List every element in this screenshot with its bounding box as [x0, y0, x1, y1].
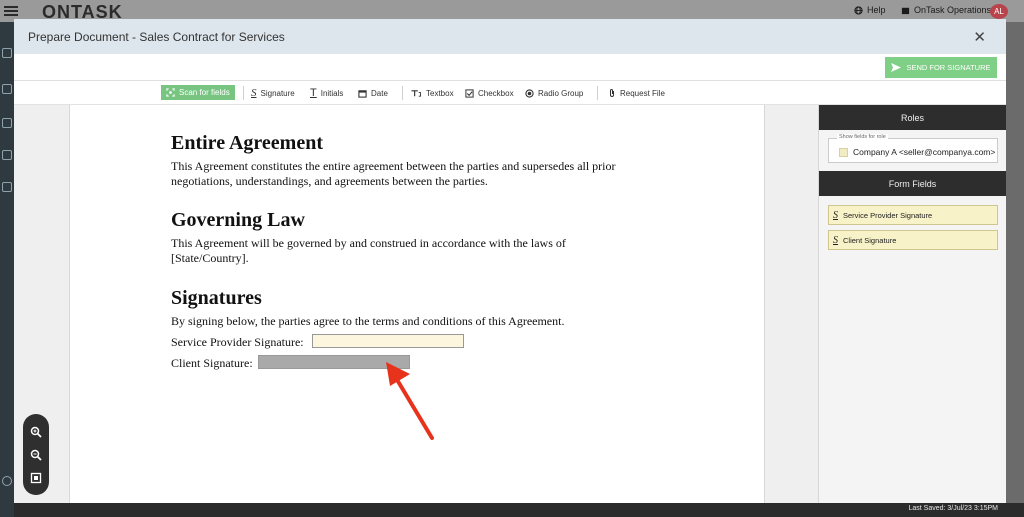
- signatures-intro: By signing below, the parties agree to t…: [171, 314, 565, 328]
- governing-law-line-1: This Agreement will be governed by and c…: [171, 236, 566, 250]
- checkbox-icon: [465, 88, 474, 98]
- role-select[interactable]: Show fields for role Company A <seller@c…: [828, 134, 999, 163]
- close-icon[interactable]: ✕: [973, 28, 986, 46]
- document-page: Entire Agreement This Agreement constitu…: [69, 105, 765, 503]
- request-file-tool[interactable]: Request File: [608, 85, 665, 101]
- documents-icon[interactable]: [2, 84, 12, 94]
- date-tool[interactable]: Date: [358, 85, 388, 101]
- radio-group-tool[interactable]: Radio Group: [525, 85, 583, 101]
- radio-icon: [525, 88, 534, 98]
- menu-icon[interactable]: [4, 4, 18, 18]
- role-field-label: Show fields for role: [837, 134, 888, 140]
- textbox-label: Textbox: [426, 88, 454, 98]
- provider-signature-label: Service Provider Signature:: [171, 335, 304, 349]
- zoom-controls: [23, 414, 49, 495]
- heading-entire-agreement: Entire Agreement: [171, 132, 324, 154]
- modal-header: Prepare Document - Sales Contract for Se…: [14, 19, 1006, 54]
- action-bar: SEND FOR SIGNATURE: [14, 54, 1006, 81]
- role-color-swatch: [839, 147, 848, 157]
- initials-tool[interactable]: T Initials: [310, 85, 343, 101]
- fit-page-button[interactable]: [28, 470, 44, 486]
- send-label: SEND FOR SIGNATURE: [906, 63, 991, 72]
- globe-icon: [854, 5, 863, 15]
- role-value-text: Company A <seller@companya.com>: [853, 147, 996, 157]
- service-provider-signature-field[interactable]: [312, 334, 464, 348]
- send-icon: [891, 63, 902, 72]
- textbox-tool[interactable]: Textbox: [410, 85, 454, 101]
- signature-icon: S: [251, 87, 257, 99]
- toolbar-divider: [402, 86, 403, 100]
- prepare-document-modal: Prepare Document - Sales Contract for Se…: [14, 19, 1006, 503]
- field-toolbar: Scan for fields S Signature T Initials D…: [14, 81, 1006, 105]
- send-for-signature-button[interactable]: SEND FOR SIGNATURE: [885, 57, 997, 78]
- signature-label: Signature: [260, 88, 295, 98]
- form-field-label: Service Provider Signature: [843, 210, 933, 220]
- status-bar: [14, 503, 1024, 517]
- calendar-icon: [358, 89, 367, 98]
- scan-icon: [166, 88, 175, 97]
- scan-for-fields-button[interactable]: Scan for fields: [161, 85, 235, 100]
- building-icon: [901, 7, 910, 14]
- toolbar-divider: [597, 86, 598, 100]
- date-label: Date: [371, 88, 388, 98]
- workspace: Entire Agreement This Agreement constitu…: [14, 105, 1006, 503]
- zoom-out-button[interactable]: [28, 447, 44, 463]
- zoom-in-button[interactable]: [28, 424, 44, 440]
- help-link[interactable]: Help: [854, 5, 886, 15]
- form-field-service-provider-signature[interactable]: S Service Provider Signature: [828, 205, 998, 225]
- workflow-icon[interactable]: [2, 150, 12, 160]
- org-label: OnTask Operations: [914, 5, 992, 15]
- client-signature-label: Client Signature:: [171, 356, 253, 370]
- signature-icon: S: [833, 209, 838, 221]
- app-sidebar: [0, 22, 14, 517]
- last-saved: Last Saved: 3/Jul/23 3:15PM: [908, 505, 999, 512]
- heading-signatures: Signatures: [171, 287, 262, 309]
- red-arrow-annotation: [386, 362, 434, 440]
- signature-icon: S: [833, 234, 838, 246]
- avatar[interactable]: AL: [990, 4, 1008, 19]
- entire-agreement-line-2: negotiations, understandings, and agreem…: [171, 174, 488, 188]
- heading-governing-law: Governing Law: [171, 209, 305, 231]
- radio-group-label: Radio Group: [538, 88, 584, 98]
- governing-law-line-2: [State/Country].: [171, 251, 249, 265]
- form-field-client-signature[interactable]: S Client Signature: [828, 230, 998, 250]
- help-label: Help: [867, 5, 886, 15]
- zoom-in-icon: [30, 426, 42, 438]
- checkbox-label: Checkbox: [478, 88, 514, 98]
- dashboard-icon[interactable]: [2, 48, 12, 58]
- toolbar-divider: [243, 86, 244, 100]
- checkbox-tool[interactable]: Checkbox: [465, 85, 514, 101]
- form-field-label: Client Signature: [843, 235, 897, 245]
- signature-tool[interactable]: S Signature: [251, 85, 295, 101]
- reports-icon[interactable]: [2, 182, 12, 192]
- org-switcher[interactable]: OnTask Operations: [901, 5, 991, 15]
- fit-page-icon: [30, 472, 42, 483]
- initials-icon: T: [310, 87, 317, 99]
- globe-icon[interactable]: [2, 476, 12, 486]
- zoom-out-icon: [30, 449, 42, 461]
- request-file-label: Request File: [620, 88, 665, 98]
- document-viewer[interactable]: Entire Agreement This Agreement constitu…: [14, 105, 818, 503]
- paperclip-icon: [610, 89, 614, 97]
- initials-label: Initials: [320, 88, 344, 98]
- form-fields-heading: Form Fields: [819, 171, 1006, 196]
- right-panel: Roles Show fields for role Company A <se…: [818, 105, 1006, 503]
- roles-heading: Roles: [819, 105, 1006, 130]
- forms-icon[interactable]: [2, 118, 12, 128]
- scan-label: Scan for fields: [179, 88, 230, 97]
- textbox-icon: [411, 89, 421, 97]
- entire-agreement-line-1: This Agreement constitutes the entire ag…: [171, 159, 616, 173]
- modal-title: Prepare Document - Sales Contract for Se…: [28, 29, 285, 44]
- role-value: Company A <seller@companya.com>: [839, 147, 999, 157]
